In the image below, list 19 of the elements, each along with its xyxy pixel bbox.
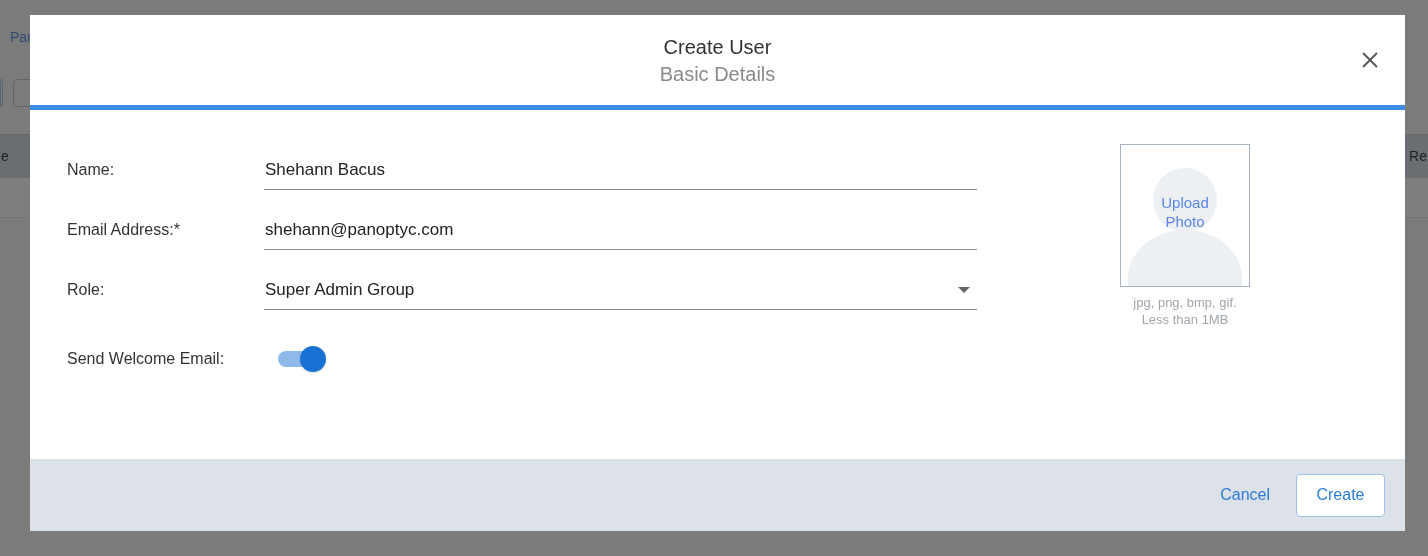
caret-icon	[958, 286, 970, 293]
close-icon[interactable]	[1361, 51, 1379, 69]
input-field[interactable]: shehann@panoptyc.com	[264, 210, 977, 250]
column-header: Re	[1409, 147, 1428, 166]
upload-photo-button[interactable]: Upload Photo	[1120, 144, 1250, 287]
welcome-email-toggle[interactable]	[278, 346, 326, 372]
input-field[interactable]: Shehann Bacus	[264, 150, 977, 190]
avatar-placeholder-icon	[1128, 168, 1242, 286]
field-label: Send Welcome Email:	[66, 349, 226, 369]
role-dropdown[interactable]: Super Admin Group	[264, 270, 977, 310]
cancel-button[interactable]: Cancel	[1220, 483, 1270, 507]
dialog-title: Create User	[663, 35, 772, 60]
file-hint: jpg, png, bmp, gif. Less than 1MB	[1133, 294, 1237, 328]
field-label: Name:	[66, 160, 116, 180]
column-header: e	[0, 147, 9, 166]
create-button[interactable]: Create	[1296, 473, 1385, 517]
dialog-subtitle: Basic Details	[659, 62, 776, 87]
field-label: Role:	[66, 280, 106, 300]
field-label: Email Address:*	[66, 220, 181, 240]
